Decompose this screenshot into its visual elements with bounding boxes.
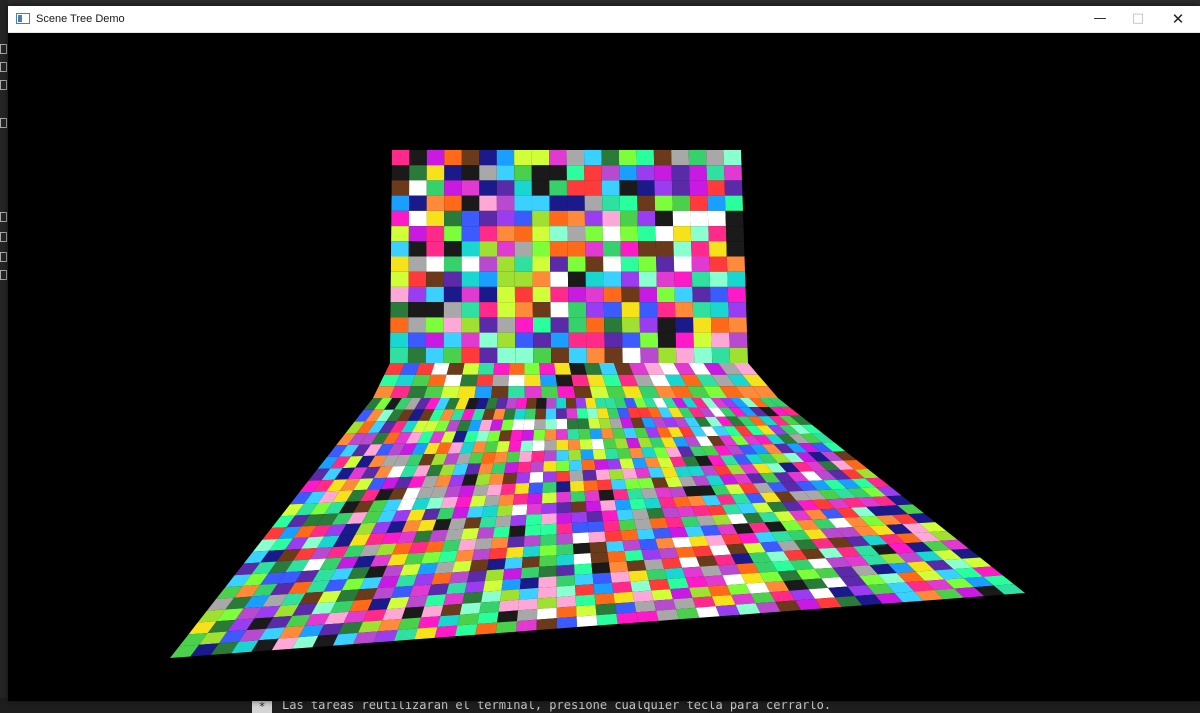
file-icon[interactable] [0,62,7,72]
file-icon[interactable] [0,44,7,54]
close-button[interactable]: ✕ [1158,6,1198,32]
file-icon[interactable] [0,118,7,128]
ide-activity-bar [0,0,8,713]
file-icon[interactable] [0,232,7,242]
title-bar[interactable]: Scene Tree Demo — □ ✕ [8,6,1200,33]
app-window: Scene Tree Demo — □ ✕ [8,6,1200,701]
file-icon[interactable] [0,270,7,280]
minimize-button[interactable]: — [1080,6,1120,32]
file-icon[interactable] [0,212,7,222]
maximize-button[interactable]: □ [1118,6,1158,32]
file-icon[interactable] [0,80,7,90]
app-window-icon [16,13,30,24]
floor-surface [170,398,1025,658]
scene-mesh-3d[interactable] [8,33,1200,701]
render-viewport[interactable] [8,33,1200,701]
file-icon[interactable] [0,252,7,262]
terminal-task-badge: * [252,700,272,713]
wall-surface [390,150,748,363]
curve-surface [373,363,778,398]
window-title: Scene Tree Demo [36,13,125,25]
